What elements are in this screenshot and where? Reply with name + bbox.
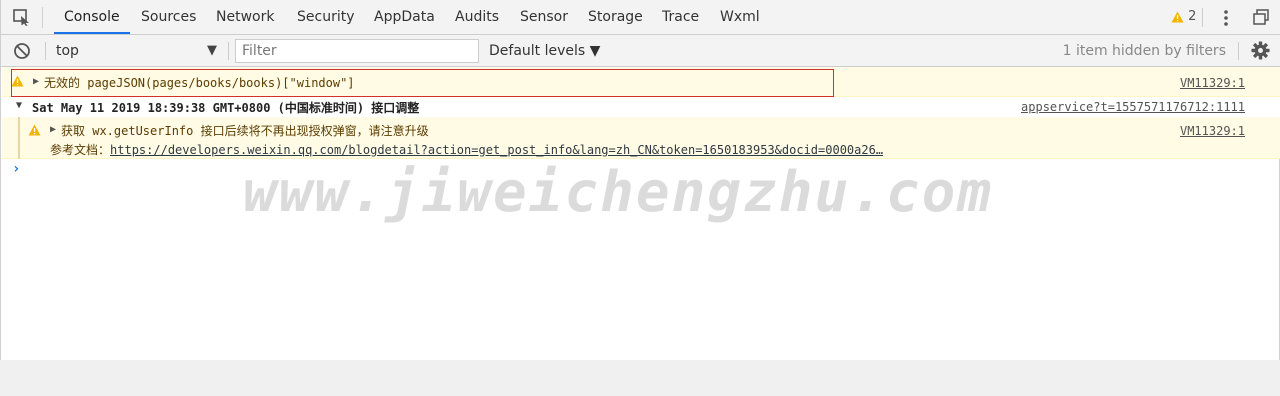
message-text: 获取 wx.getUserInfo 接口后续将不再出现授权弹窗，请注意升级 bbox=[61, 124, 429, 138]
tab-storage[interactable]: Storage bbox=[578, 0, 653, 34]
group-source-link[interactable]: appservice?t=1557571176712:1111 bbox=[1021, 100, 1245, 114]
console-prompt-row[interactable]: › bbox=[2, 159, 1280, 181]
console-message-warning: ▶ 获取 wx.getUserInfo 接口后续将不再出现授权弹窗，请注意升级 … bbox=[2, 117, 1280, 159]
toolbar-separator bbox=[1202, 8, 1203, 27]
tab-separator bbox=[42, 7, 43, 28]
console-group-header[interactable]: ▼ Sat May 11 2019 18:39:38 GMT+0800 (中国标… bbox=[2, 97, 1280, 117]
tab-appdata[interactable]: AppData bbox=[364, 0, 445, 34]
message-source-link[interactable]: VM11329:1 bbox=[1180, 76, 1245, 90]
context-label: top bbox=[56, 43, 79, 59]
tab-security[interactable]: Security bbox=[287, 0, 365, 34]
doc-link[interactable]: https://developers.weixin.qq.com/blogdet… bbox=[110, 143, 883, 157]
message-doc-line: 参考文档：https://developers.weixin.qq.com/bl… bbox=[50, 141, 883, 158]
tab-network[interactable]: Network bbox=[206, 0, 284, 34]
highlight-box bbox=[11, 69, 834, 97]
filter-input[interactable] bbox=[235, 39, 479, 63]
toolbar-separator bbox=[228, 42, 229, 60]
console-message-warning: ▶ 无效的 pageJSON(pages/books/books)["windo… bbox=[2, 67, 1280, 97]
settings-gear-icon[interactable] bbox=[1251, 41, 1270, 60]
doc-prefix: 参考文档： bbox=[50, 143, 111, 157]
panel-tabbar: Console Sources Network Security AppData… bbox=[1, 0, 1280, 35]
tab-wxml[interactable]: Wxml bbox=[710, 0, 770, 34]
dropdown-arrow-icon: ▼ bbox=[207, 43, 217, 58]
warning-count-label: 2 bbox=[1188, 9, 1197, 24]
console-messages: ▶ 无效的 pageJSON(pages/books/books)["windo… bbox=[2, 67, 1280, 181]
warning-icon bbox=[1171, 11, 1184, 23]
tab-audits[interactable]: Audits bbox=[445, 0, 509, 34]
devtools-window: Console Sources Network Security AppData… bbox=[0, 0, 1280, 360]
more-options-icon[interactable] bbox=[1218, 8, 1234, 28]
tab-sources[interactable]: Sources bbox=[131, 0, 206, 34]
collapse-arrow-icon[interactable]: ▼ bbox=[16, 100, 22, 111]
expand-arrow-icon[interactable]: ▶ bbox=[50, 124, 56, 135]
tab-sensor[interactable]: Sensor bbox=[510, 0, 578, 34]
prompt-chevron-icon: › bbox=[12, 161, 21, 177]
warning-counter[interactable]: 2 bbox=[1171, 8, 1196, 26]
context-selector[interactable]: top ▼ bbox=[47, 39, 223, 63]
tab-trace[interactable]: Trace bbox=[652, 0, 709, 34]
inspect-element-icon[interactable] bbox=[13, 9, 31, 26]
console-toolbar: top ▼ Default levels ▼ 1 item hidden by … bbox=[1, 35, 1280, 67]
group-indent-bar bbox=[18, 117, 20, 159]
toolbar-separator bbox=[1238, 42, 1239, 60]
message-source-link[interactable]: VM11329:1 bbox=[1180, 124, 1245, 138]
undock-icon[interactable] bbox=[1253, 9, 1269, 25]
log-levels-dropdown[interactable]: Default levels ▼ bbox=[489, 39, 600, 63]
hidden-items-note: 1 item hidden by filters bbox=[1062, 43, 1226, 59]
warning-icon bbox=[28, 124, 41, 136]
group-title: Sat May 11 2019 18:39:38 GMT+0800 (中国标准时… bbox=[32, 101, 420, 115]
clear-console-icon[interactable] bbox=[13, 42, 31, 60]
tab-console[interactable]: Console bbox=[54, 0, 130, 34]
toolbar-separator bbox=[45, 42, 46, 60]
